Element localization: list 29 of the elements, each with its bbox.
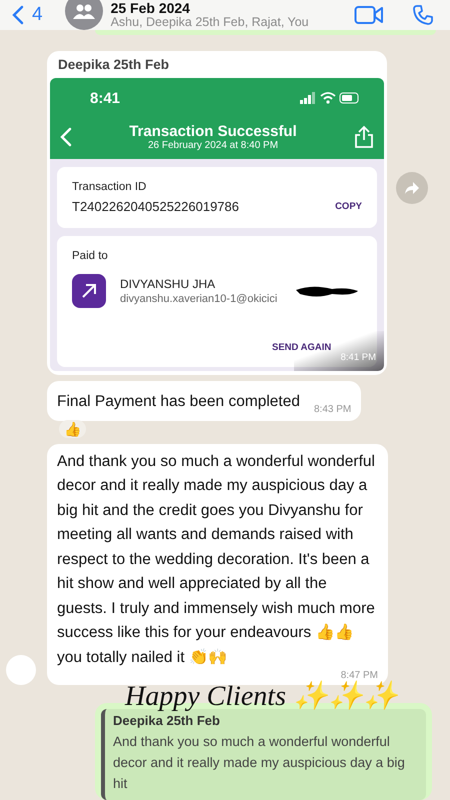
- status-icons: [300, 92, 360, 104]
- quoted-text: And thank you so much a wonderful wonderful decor and it really made my auspicious day a big hit: [113, 733, 406, 793]
- screen-title: Transaction Successful: [129, 122, 297, 140]
- chat-title: 25 Feb 2024: [110, 1, 191, 16]
- transaction-id: T2402262040525226019786: [72, 198, 240, 214]
- share-icon: [354, 124, 374, 148]
- chat-members: Ashu, Deepika 25th Feb, Rajat, You: [110, 16, 310, 29]
- field-label: Transaction ID: [72, 180, 148, 192]
- upi-id: divyanshu.xaverian10-1@okicici: [120, 292, 278, 304]
- payee-name: DIVYANSHU JHA: [120, 276, 216, 290]
- back-icon: [60, 126, 72, 146]
- message-time: 8:47 PM: [340, 670, 378, 681]
- reaction-badge: 👍: [59, 420, 86, 438]
- transaction-date: 26 February 2024 at 8:40 PM: [148, 140, 278, 150]
- back-icon: [12, 5, 24, 25]
- back-button[interactable]: 4: [12, 4, 43, 26]
- sender-name: Deepika 25th Feb: [57, 56, 170, 74]
- message-text: And thank you so much a wonderful wonderful decor and it really made my auspicious day a big hit and the credit goes you Divyanshu for meeting all wants and demands raised with respect to the wedding decoration. It's been a hit show and well appreciated by all the guests. I truly and immensely wish much more success like this for your endeavours 👍👍 you totally nailed it 👏🙌: [57, 452, 376, 668]
- overlay-caption: Happy Clients ✨✨✨: [125, 681, 398, 713]
- video-camera-icon: [354, 5, 384, 25]
- group-icon: [72, 3, 95, 19]
- field-label: Paid to: [72, 250, 109, 262]
- forward-icon: [404, 180, 420, 194]
- phone-icon: [412, 4, 434, 26]
- message-text: Final Payment has been completed: [57, 392, 300, 412]
- sender-name: Deepika 25th Feb: [113, 713, 221, 728]
- status-time: 8:41: [90, 90, 120, 106]
- message-time: 8:41 PM: [340, 352, 376, 362]
- message-time: 8:43 PM: [314, 404, 352, 414]
